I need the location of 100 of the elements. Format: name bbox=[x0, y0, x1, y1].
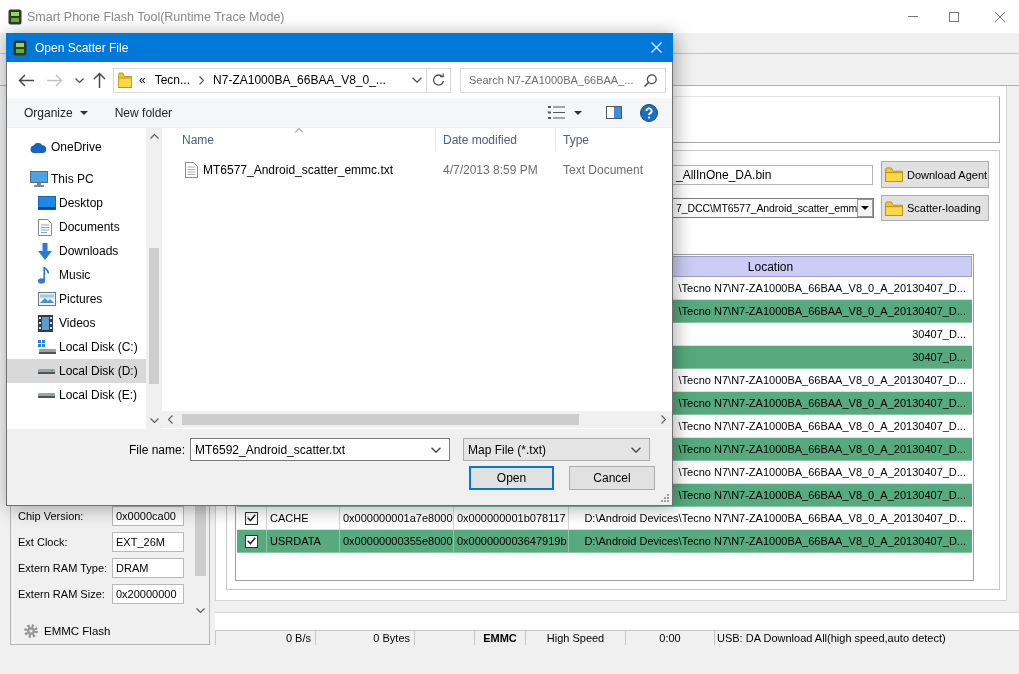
file-path: \Tecno N7\N7-ZA1000BA_66BAA_V8_0_A_20130407_D... bbox=[678, 489, 966, 501]
scatter-loading-button[interactable]: Scatter-loading bbox=[881, 195, 989, 221]
checkmark-icon bbox=[247, 537, 256, 545]
chevron-down-icon[interactable] bbox=[631, 446, 641, 453]
cloud-icon bbox=[30, 141, 47, 153]
begin-address: 0x000000001a7e8000 bbox=[343, 512, 453, 524]
field-label: Ext Clock: bbox=[18, 536, 69, 548]
column-header[interactable]: Location bbox=[747, 259, 794, 274]
search-field[interactable]: Search N7-ZA1000BA_66BAA_... bbox=[460, 67, 666, 93]
close-icon[interactable] bbox=[994, 11, 1005, 22]
transfer-rate: 0 B/s bbox=[215, 630, 315, 645]
address-bar[interactable]: « Tecn... N7-ZA1000BA_66BAA_V8_0_... bbox=[113, 67, 451, 93]
help-icon[interactable] bbox=[640, 103, 658, 122]
file-date: 4/7/2013 8:59 PM bbox=[442, 163, 539, 177]
checkbox[interactable] bbox=[245, 534, 258, 548]
details-view-icon[interactable] bbox=[548, 106, 565, 119]
chevron-left-icon[interactable] bbox=[168, 415, 173, 424]
checkbox[interactable] bbox=[245, 511, 258, 525]
text-file-icon bbox=[185, 162, 198, 178]
nav-item[interactable]: Downloads bbox=[7, 239, 146, 263]
field-label: Extern RAM Type: bbox=[18, 562, 109, 574]
speed-mode: High Speed bbox=[525, 630, 625, 645]
file-name-field[interactable]: MT6592_Android_scatter.txt bbox=[190, 438, 450, 461]
nav-item[interactable]: Local Disk (D:) bbox=[7, 359, 146, 383]
cancel-button[interactable]: Cancel bbox=[569, 466, 655, 490]
breadcrumb-overflow[interactable]: « bbox=[139, 73, 146, 87]
music-note-icon bbox=[38, 266, 49, 284]
column-header[interactable]: Date modified bbox=[436, 128, 556, 151]
sort-caret-icon bbox=[294, 128, 303, 133]
search-icon[interactable] bbox=[644, 73, 657, 87]
file-path: D:\Android Devices\Tecno N7\N7-ZA1000BA_66BAA_V8_0_A_20130407_D... bbox=[584, 535, 966, 547]
end-address: 0x000000001b078117 bbox=[457, 512, 566, 524]
file-path: \Tecno N7\N7-ZA1000BA_66BAA_V8_0_A_20130407_D... bbox=[678, 305, 966, 317]
nav-item[interactable]: Desktop bbox=[7, 191, 146, 215]
nav-item[interactable]: Videos bbox=[7, 311, 146, 335]
folder-icon bbox=[118, 72, 132, 88]
nav-item[interactable]: Local Disk (C:) bbox=[7, 335, 146, 359]
dialog-title: Open Scatter File bbox=[35, 40, 129, 55]
chevron-up-icon[interactable] bbox=[149, 134, 159, 139]
resize-grip-icon[interactable] bbox=[661, 494, 669, 502]
nav-item[interactable]: This PC bbox=[7, 167, 146, 191]
caret-down-icon bbox=[79, 110, 88, 115]
up-arrow-icon bbox=[92, 72, 106, 88]
organize-button[interactable]: Organize bbox=[18, 100, 94, 125]
new-folder-button[interactable]: New folder bbox=[108, 100, 179, 125]
file-path: \Tecno N7\N7-ZA1000BA_66BAA_V8_0_A_20130407_D... bbox=[678, 282, 966, 294]
maximize-icon[interactable] bbox=[948, 11, 959, 22]
column-header[interactable]: Name bbox=[162, 128, 436, 151]
monitor-icon bbox=[30, 171, 48, 187]
file-path: \Tecno N7\N7-ZA1000BA_66BAA_V8_0_A_20130407_D... bbox=[678, 420, 966, 432]
nav-item[interactable]: Pictures bbox=[7, 287, 146, 311]
document-icon bbox=[38, 218, 52, 236]
connection-status: USB: DA Download All(high speed,auto detect) bbox=[714, 630, 1019, 645]
file-path: 30407_D... bbox=[912, 351, 966, 363]
folder-icon bbox=[885, 167, 903, 182]
elapsed-time: 0:00 bbox=[625, 630, 714, 645]
chevron-right-icon bbox=[199, 75, 205, 85]
file-path: \Tecno N7\N7-ZA1000BA_66BAA_V8_0_A_20130407_D... bbox=[678, 374, 966, 386]
nav-item[interactable]: Documents bbox=[7, 215, 146, 239]
nav-item[interactable]: Local Disk (E:) bbox=[7, 383, 146, 407]
file-type-dropdown[interactable]: Map File (*.txt) bbox=[463, 438, 650, 461]
chevron-down-icon[interactable] bbox=[149, 418, 159, 423]
chevron-right-icon[interactable] bbox=[661, 415, 666, 424]
breadcrumb[interactable]: Tecn... bbox=[154, 73, 191, 87]
film-strip-icon bbox=[38, 314, 53, 332]
value-field[interactable]: DRAM bbox=[112, 558, 184, 578]
scrollbar-thumb[interactable] bbox=[182, 414, 579, 425]
file-path: D:\Android Devices\Tecno N7\N7-ZA1000BA_66BAA_V8_0_A_20130407_D... bbox=[584, 512, 966, 524]
scrollbar-thumb[interactable] bbox=[149, 248, 159, 384]
desktop-icon bbox=[38, 196, 56, 210]
refresh-icon[interactable] bbox=[432, 73, 445, 87]
chevron-down-icon[interactable] bbox=[412, 77, 422, 83]
file-type: Text Document bbox=[562, 163, 645, 177]
file-path: \Tecno N7\N7-ZA1000BA_66BAA_V8_0_A_20130407_D... bbox=[678, 443, 966, 455]
column-header[interactable]: Type bbox=[556, 128, 672, 151]
open-button[interactable]: Open bbox=[469, 466, 554, 490]
partition-name: USRDATA bbox=[270, 535, 321, 547]
nav-item[interactable]: OneDrive bbox=[7, 135, 146, 159]
value-field[interactable]: 0x20000000 bbox=[112, 584, 184, 604]
section-tab[interactable]: EMMC Flash bbox=[11, 618, 209, 644]
nav-item[interactable]: Music bbox=[7, 263, 146, 287]
chevron-down-icon[interactable] bbox=[196, 607, 205, 613]
minimize-icon[interactable] bbox=[907, 16, 918, 17]
end-address: 0x000000003647919b bbox=[457, 535, 567, 547]
field-label: File name: bbox=[129, 442, 185, 457]
file-path: \Tecno N7\N7-ZA1000BA_66BAA_V8_0_A_20130407_D... bbox=[678, 397, 966, 409]
begin-address: 0x00000000355e8000 bbox=[343, 535, 453, 547]
value-field[interactable]: 0x0000ca00 bbox=[112, 506, 184, 526]
breadcrumb[interactable]: N7-ZA1000BA_66BAA_V8_0_... bbox=[213, 73, 386, 87]
chevron-down-icon[interactable] bbox=[431, 446, 441, 453]
gear-icon bbox=[24, 624, 38, 638]
caret-down-icon bbox=[574, 110, 582, 115]
download-agent-button[interactable]: Download Agent bbox=[881, 161, 989, 188]
preview-pane-icon[interactable] bbox=[606, 106, 622, 119]
value-field[interactable]: EXT_26M bbox=[112, 532, 184, 552]
drive-icon bbox=[38, 392, 55, 398]
scrollbar[interactable] bbox=[162, 411, 672, 428]
scrollbar[interactable] bbox=[146, 128, 162, 429]
file-name[interactable]: MT6577_Android_scatter_emmc.txt bbox=[203, 163, 394, 177]
field-label: Chip Version: bbox=[18, 510, 85, 522]
